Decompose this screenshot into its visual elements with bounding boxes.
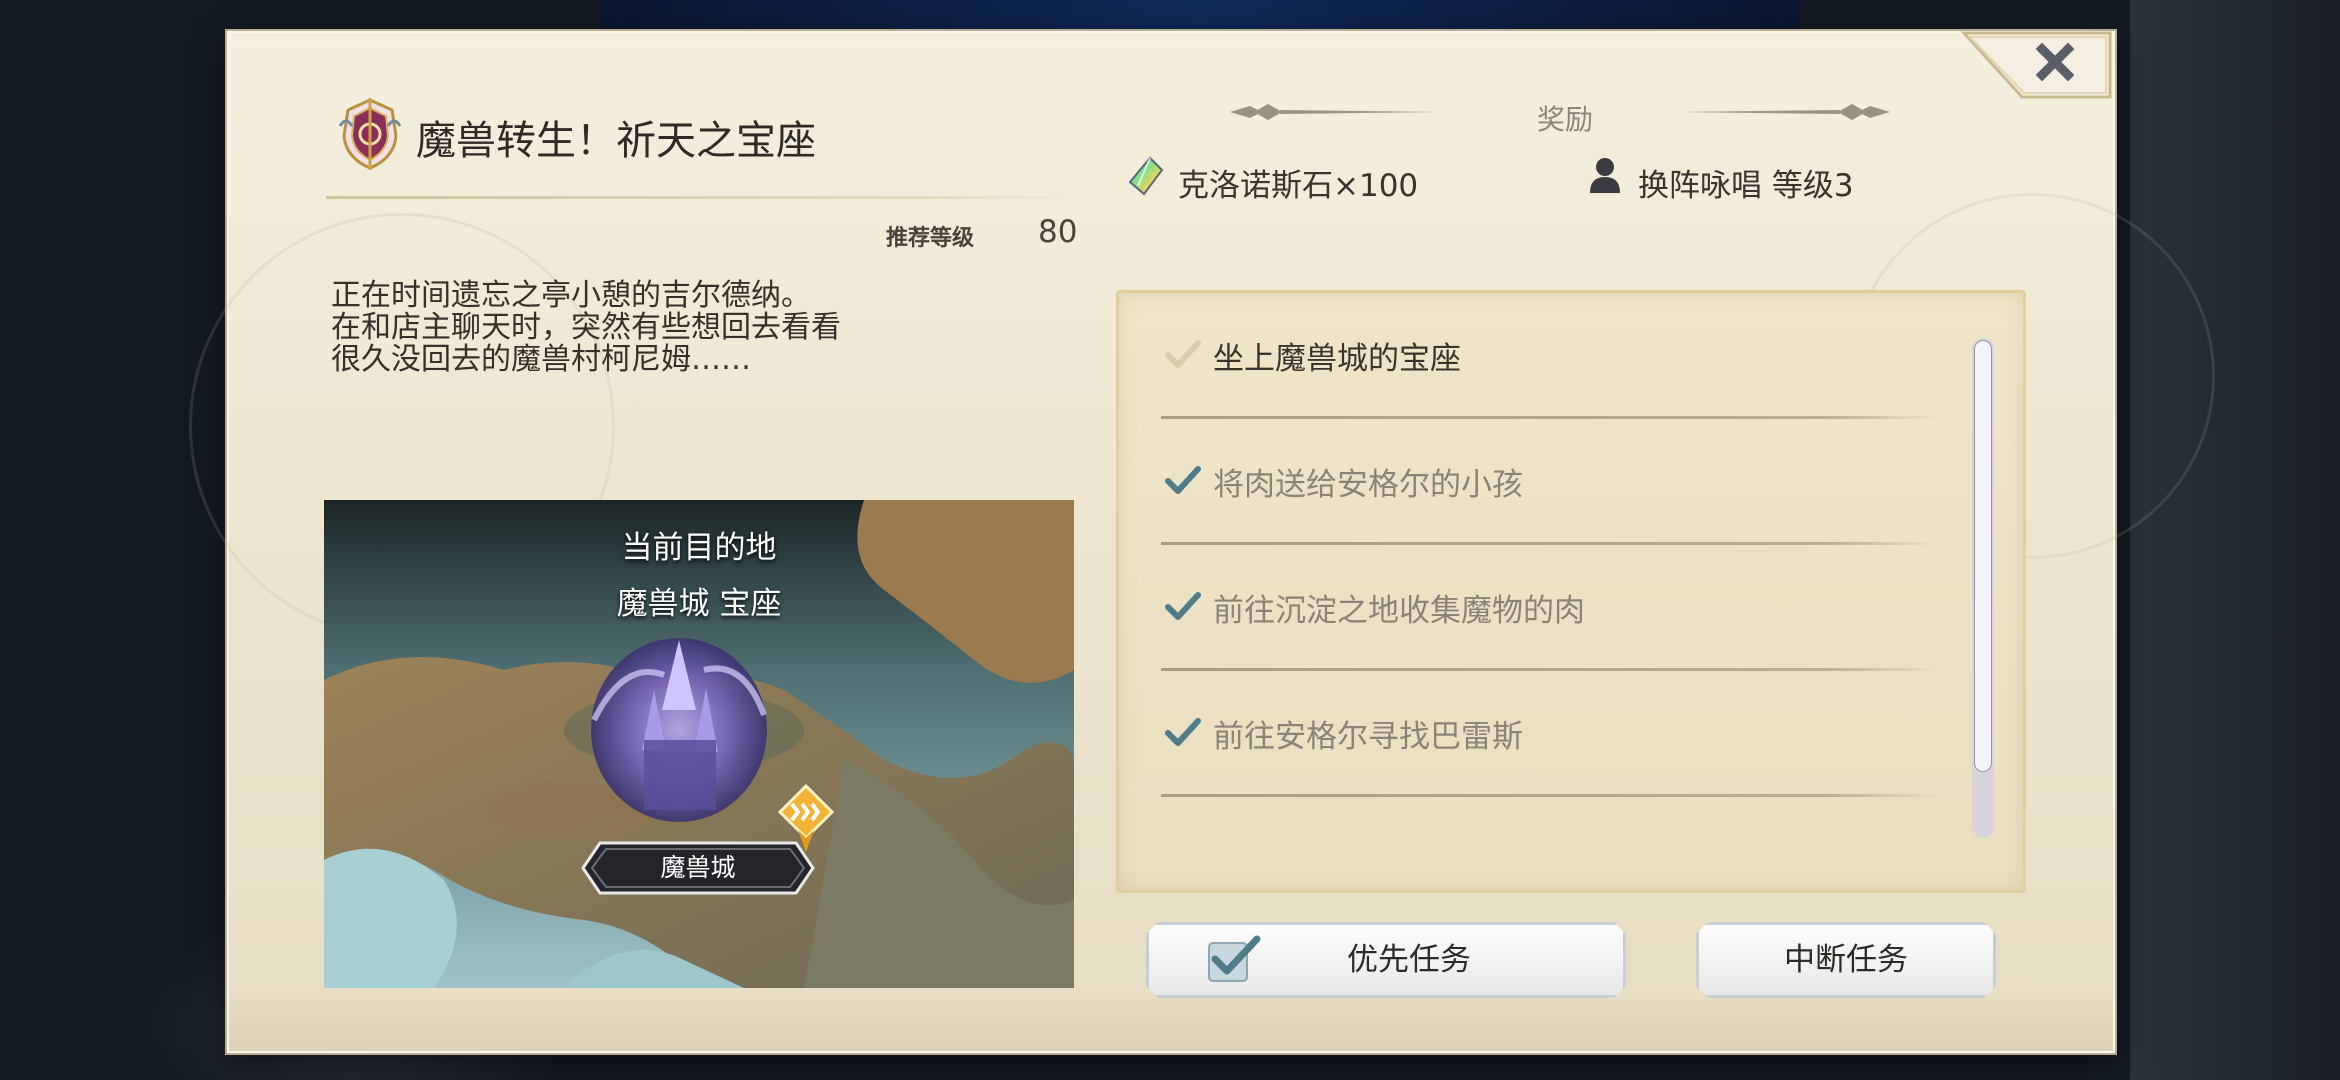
background-right-panel	[2130, 0, 2340, 1080]
description-line: 在和店主聊天时，突然有些想回去看看	[331, 310, 841, 345]
close-button[interactable]	[1960, 31, 2112, 99]
description-line: 正在时间遗忘之亭小憩的吉尔德纳。	[331, 278, 811, 313]
check-icon	[1165, 592, 1201, 620]
priority-quest-label: 优先任务	[1347, 942, 1471, 978]
destination-map[interactable]: 当前目的地 魔兽城 宝座 魔兽城	[324, 500, 1074, 988]
castle-icon	[591, 638, 767, 822]
crystal-icon	[1128, 156, 1164, 196]
objective-text: 坐上魔兽城的宝座	[1213, 341, 1461, 377]
objectives-scrollbar-thumb[interactable]	[1974, 340, 1992, 772]
quest-emblem-icon	[336, 96, 404, 172]
abort-quest-label: 中断任务	[1784, 942, 1908, 978]
priority-quest-button[interactable]: 优先任务	[1146, 922, 1626, 998]
reward-item-text: 克洛诺斯石×100	[1178, 168, 1419, 204]
person-icon	[1588, 156, 1622, 194]
destination-name: 魔兽城 宝座	[616, 586, 782, 622]
quest-description: 正在时间遗忘之亭小憩的吉尔德纳。 在和店主聊天时，突然有些想回去看看 很久没回去…	[331, 280, 1031, 376]
close-icon	[1960, 31, 2112, 99]
abort-quest-button[interactable]: 中断任务	[1696, 922, 1996, 998]
objective-text: 前往安格尔寻找巴雷斯	[1213, 719, 1523, 755]
check-icon	[1165, 340, 1201, 368]
checkbox-checked-icon	[1205, 933, 1263, 985]
objective-text: 将肉送给安格尔的小孩	[1213, 467, 1523, 503]
check-icon	[1165, 466, 1201, 494]
objective-item[interactable]: 坐上魔兽城的宝座	[1161, 293, 1939, 419]
objective-item[interactable]: 前往沉淀之地收集魔物的肉	[1161, 545, 1939, 671]
location-tag-label: 魔兽城	[660, 853, 736, 882]
objective-text: 前往沉淀之地收集魔物的肉	[1213, 593, 1585, 629]
destination-label: 当前目的地	[621, 530, 777, 566]
description-line: 很久没回去的魔兽村柯尼姆……	[331, 342, 751, 377]
check-icon	[1165, 718, 1201, 746]
objective-item[interactable]: 将肉送给安格尔的小孩	[1161, 419, 1939, 545]
dialog-bottom-fade	[229, 991, 2113, 1051]
reward-item-text: 换阵咏唱 等级3	[1638, 168, 1854, 204]
rewards-title: 奖励	[1536, 103, 1593, 136]
map-terrain	[324, 500, 1074, 988]
recommended-level-value: 80	[1038, 214, 1078, 250]
objective-divider	[1161, 794, 1939, 797]
background-top-strip	[600, 0, 1800, 30]
title-underline	[326, 196, 1074, 199]
objectives-panel: 坐上魔兽城的宝座 将肉送给安格尔的小孩 前往沉淀之地收集魔物的肉 前往安格尔寻找…	[1116, 290, 2026, 893]
objective-item[interactable]: 前往安格尔寻找巴雷斯	[1161, 671, 1939, 797]
location-tag[interactable]: 魔兽城	[580, 840, 816, 896]
quest-title: 魔兽转生！祈天之宝座	[416, 118, 816, 164]
recommended-level-label: 推荐等级	[886, 226, 975, 251]
